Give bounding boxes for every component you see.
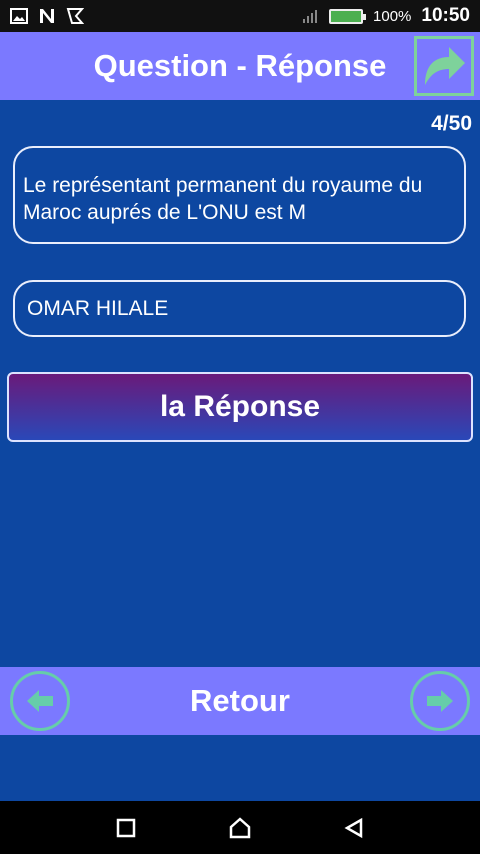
question-counter: 4/50 (431, 112, 472, 135)
home-icon[interactable] (228, 816, 252, 840)
show-answer-label: la Réponse (159, 390, 321, 423)
answer-box: OMAR HILALE (13, 280, 466, 337)
system-nav-bar (0, 801, 480, 854)
battery-charging-icon (329, 8, 367, 24)
question-box: Le représentant permanent du royaume du … (13, 146, 466, 244)
status-right: 100% 10:50 (301, 5, 470, 27)
arrow-left-icon (27, 690, 53, 712)
share-button[interactable] (414, 36, 474, 96)
back-button[interactable]: Retour (190, 683, 290, 719)
bottom-bar: Retour (0, 667, 480, 735)
page-title: Question - Réponse (93, 48, 387, 83)
status-bar: 100% 10:50 (0, 0, 480, 32)
arrow-right-icon (427, 690, 453, 712)
previous-button[interactable] (10, 671, 70, 731)
recents-icon[interactable] (114, 816, 138, 840)
answer-text: OMAR HILALE (27, 296, 169, 320)
n-icon (38, 7, 56, 25)
show-answer-button[interactable]: la Réponse (7, 372, 473, 442)
clock: 10:50 (421, 5, 470, 26)
status-left (10, 7, 85, 25)
signal-icon (301, 7, 319, 25)
vpn-icon (66, 7, 85, 25)
battery-percent: 100% (373, 7, 412, 25)
app-header: Question - Réponse (0, 32, 480, 100)
image-icon (10, 7, 28, 25)
next-button[interactable] (410, 671, 470, 731)
question-text: Le représentant permanent du royaume du … (23, 174, 423, 224)
share-arrow-icon (425, 47, 465, 85)
back-icon[interactable] (342, 816, 366, 840)
